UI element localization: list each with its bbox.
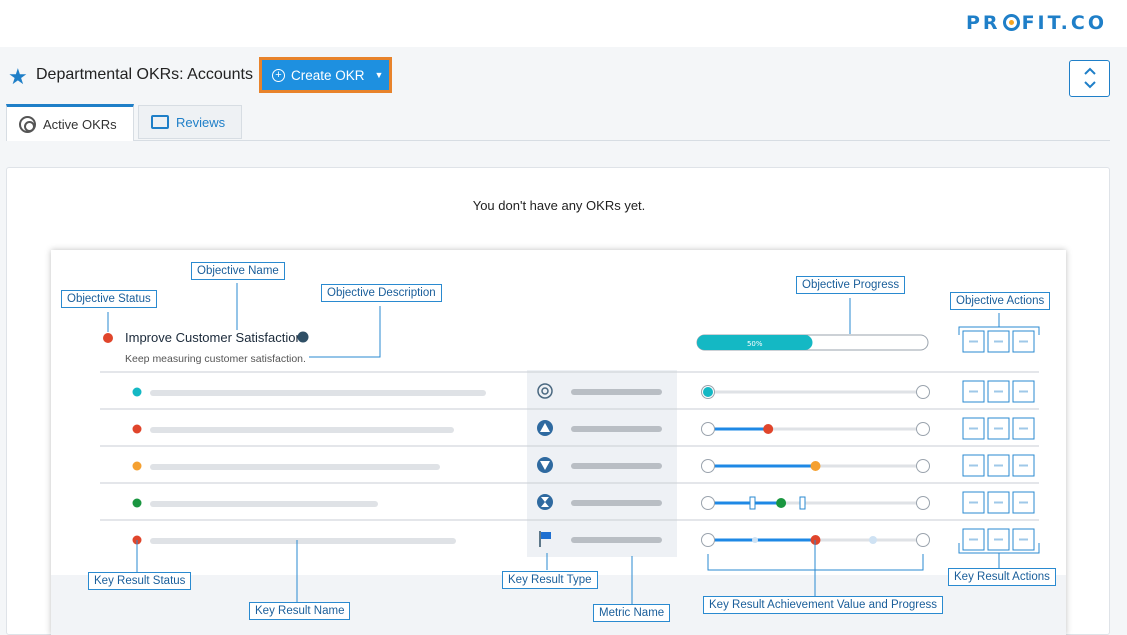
target-icon	[19, 115, 36, 133]
brand-logo-o-icon	[1002, 14, 1020, 31]
metric-name-placeholder	[571, 537, 662, 543]
milestone-marker	[869, 536, 877, 544]
key-result-type-label: Key Result Type	[502, 571, 598, 589]
metric-name-placeholder	[571, 463, 662, 469]
key-result-start-handle	[701, 496, 715, 510]
key-result-name-placeholder	[150, 538, 456, 544]
key-result-name-placeholder	[150, 390, 486, 396]
plus-circle-icon: +	[272, 68, 285, 82]
review-comment-icon	[151, 115, 169, 129]
key-result-status-dot	[132, 424, 142, 434]
objective-description-label: Objective Description	[321, 284, 442, 302]
key-result-actions-label: Key Result Actions	[948, 568, 1056, 586]
metric-name-placeholder	[571, 500, 662, 506]
create-okr-button[interactable]: + Create OKR ▼	[259, 57, 392, 93]
tab-bar: Active OKRs Reviews	[6, 104, 1110, 141]
key-result-status-dot	[132, 461, 142, 471]
objective-status-dot	[103, 333, 113, 343]
objective-actions-label: Objective Actions	[950, 292, 1051, 310]
metric-name-placeholder	[571, 389, 662, 395]
objective-progress-value: 50%	[747, 340, 763, 348]
key-result-status-dot	[132, 498, 142, 508]
key-result-end-handle	[916, 533, 930, 547]
key-result-name-placeholder	[150, 464, 440, 470]
page-title: Departmental OKRs: Accounts	[36, 66, 253, 83]
key-result-progress-marker	[810, 461, 821, 471]
objective-status-label: Objective Status	[61, 290, 157, 308]
expand-collapse-button[interactable]	[1069, 60, 1110, 97]
tab-active-okrs[interactable]: Active OKRs	[6, 104, 134, 141]
range-min-handle	[749, 496, 756, 510]
key-result-start-handle	[701, 533, 715, 547]
key-result-end-handle	[916, 385, 930, 399]
key-result-start-handle	[701, 422, 715, 436]
okr-guide-illustration: Improve Customer Satisfaction Keep measu…	[51, 250, 1066, 635]
tab-reviews[interactable]: Reviews	[138, 105, 242, 139]
top-bar: PR FIT.CO	[0, 0, 1127, 47]
key-result-name-placeholder	[150, 501, 378, 507]
key-result-progress-marker	[763, 424, 774, 434]
key-result-end-handle	[916, 459, 930, 473]
key-result-status-dot	[132, 387, 142, 397]
milestone-marker	[752, 537, 758, 543]
key-result-progress-marker	[703, 387, 713, 397]
key-result-end-handle	[916, 496, 930, 510]
objective-name-label: Objective Name	[191, 262, 285, 280]
key-result-progress-marker	[776, 498, 787, 508]
globe-icon	[297, 331, 309, 343]
key-result-name-label: Key Result Name	[249, 602, 351, 620]
metric-name-placeholder	[571, 426, 662, 432]
key-result-status-label: Key Result Status	[88, 572, 192, 590]
create-okr-label: Create OKR	[291, 67, 365, 83]
favorite-star-icon[interactable]: ★	[8, 66, 28, 88]
objective-description-text: Keep measuring customer satisfaction.	[125, 353, 306, 365]
chevron-up-down-icon	[1083, 67, 1096, 89]
brand-logo: PR FIT.CO	[966, 12, 1107, 34]
key-result-name-placeholder	[150, 427, 454, 433]
key-result-start-handle	[701, 459, 715, 473]
metric-name-label: Metric Name	[593, 604, 671, 622]
key-result-achievement-label: Key Result Achievement Value and Progres…	[703, 596, 943, 614]
milestone-flag-icon	[541, 532, 551, 539]
empty-state-message: You don't have any OKRs yet.	[472, 198, 646, 213]
key-result-end-handle	[916, 422, 930, 436]
objective-progress-label: Objective Progress	[796, 276, 906, 294]
range-max-handle	[799, 496, 806, 510]
caret-down-icon: ▼	[374, 70, 384, 80]
objective-name-text: Improve Customer Satisfaction	[125, 330, 303, 345]
objective-actions	[962, 330, 1035, 353]
